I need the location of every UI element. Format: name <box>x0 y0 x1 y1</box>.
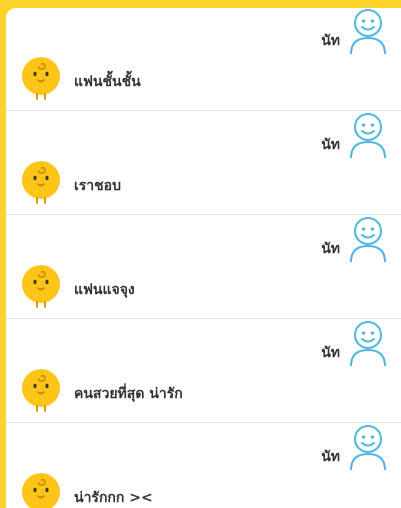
user-avatar-icon <box>350 9 386 54</box>
bot-message-text: น่ารักกก >< <box>74 490 153 506</box>
bot-message-text: เราชอบ <box>74 178 121 194</box>
user-name-label: นัท <box>321 33 340 49</box>
user-avatar-icon <box>350 321 386 366</box>
chat-row: นัท แฟนแจจุง <box>6 216 401 319</box>
chat-row: นัท คนสวยที่สุด น่ารัก <box>6 320 401 423</box>
user-name-label: นัท <box>321 449 340 465</box>
user-name-label: นัท <box>321 345 340 361</box>
user-avatar-icon <box>350 113 386 158</box>
bot-avatar-icon <box>22 265 60 308</box>
user-avatar-icon <box>350 425 386 470</box>
bot-message-text: แฟนแจจุง <box>74 282 135 298</box>
user-avatar-icon <box>350 217 386 262</box>
user-name-label: นัท <box>321 137 340 153</box>
bot-message-text: คนสวยที่สุด น่ารัก <box>74 386 183 402</box>
bot-avatar-icon <box>22 473 60 508</box>
bot-avatar-icon <box>22 57 60 100</box>
bot-avatar-icon <box>22 161 60 204</box>
user-name-label: นัท <box>321 241 340 257</box>
chat-panel: นัท แฟนชั้นชั้น นัท เราชอบ นัท แฟนแจจุง … <box>6 8 401 508</box>
bot-avatar-icon <box>22 369 60 412</box>
bot-message-text: แฟนชั้นชั้น <box>74 74 141 90</box>
chat-row: นัท น่ารักกก >< <box>6 424 401 508</box>
chat-row: นัท แฟนชั้นชั้น <box>6 8 401 111</box>
chat-row: นัท เราชอบ <box>6 112 401 215</box>
